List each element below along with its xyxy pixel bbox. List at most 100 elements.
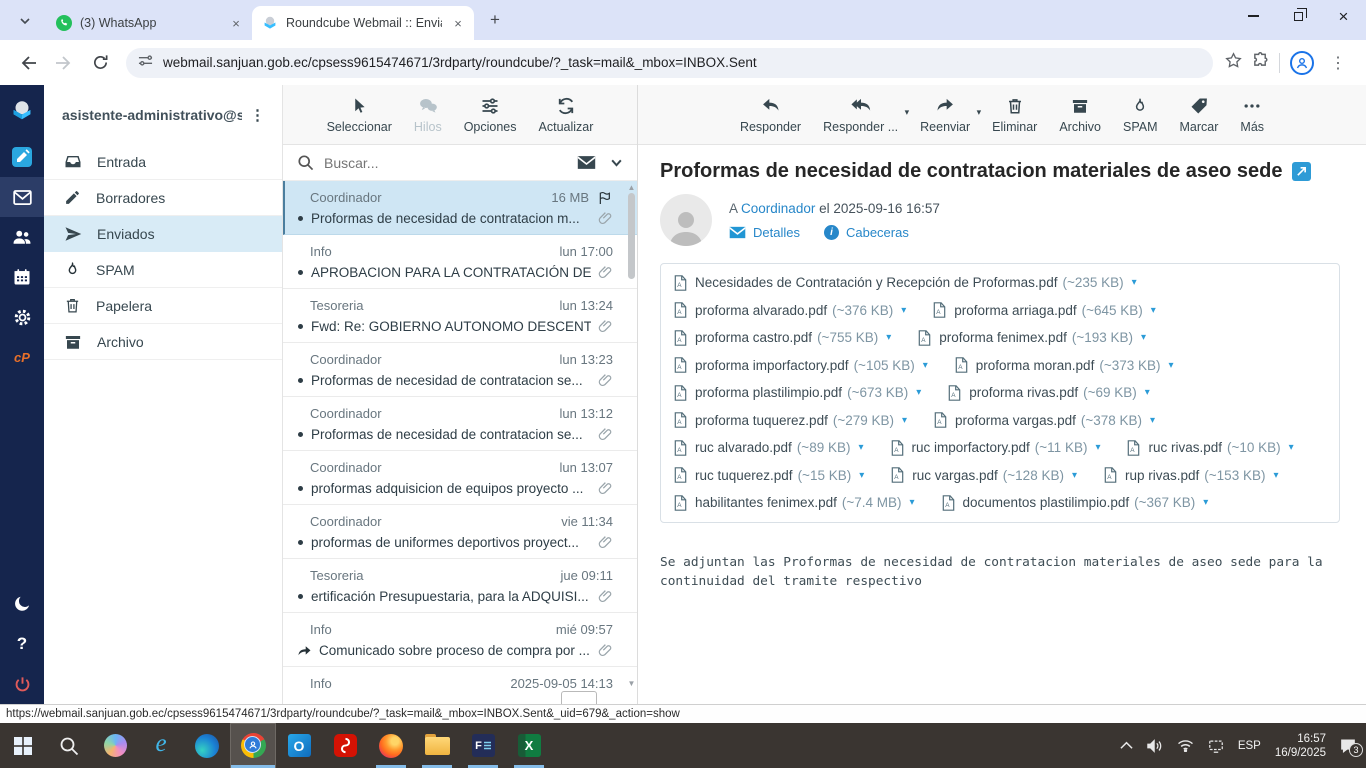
attachment-menu-caret-icon[interactable]: ▾ xyxy=(1150,415,1155,426)
new-tab-button[interactable]: + xyxy=(482,7,508,33)
attachment-item[interactable]: Aproforma fenimex.pdf (~193 KB) ▾ xyxy=(918,329,1146,346)
cpanel-logo[interactable]: cP xyxy=(0,337,44,377)
attachment-item[interactable]: Adocumentos plastilimpio.pdf (~367 KB) ▾ xyxy=(942,494,1208,511)
attachment-item[interactable]: Aruc vargas.pdf (~128 KB) ▾ xyxy=(891,467,1077,484)
mail-nav-icon[interactable] xyxy=(0,177,44,217)
attachment-name[interactable]: proforma plastilimpio.pdf xyxy=(695,385,842,400)
scroll-down-icon[interactable]: ▼ xyxy=(627,679,636,688)
attachment-item[interactable]: Aproforma castro.pdf (~755 KB) ▾ xyxy=(674,329,891,346)
attachment-menu-caret-icon[interactable]: ▾ xyxy=(902,415,907,426)
scrollbar-thumb[interactable] xyxy=(628,193,635,279)
search-bar[interactable]: Buscar... xyxy=(283,145,637,181)
folder-papelera[interactable]: Papelera xyxy=(44,288,282,324)
folder-enviados[interactable]: Enviados xyxy=(44,216,282,252)
select-button[interactable]: Seleccionar xyxy=(327,96,392,134)
attachment-menu-caret-icon[interactable]: ▾ xyxy=(1151,305,1156,316)
attachment-name[interactable]: proforma alvarado.pdf xyxy=(695,303,827,318)
calendar-nav-icon[interactable] xyxy=(0,257,44,297)
folder-entrada[interactable]: Entrada xyxy=(44,144,282,180)
attachment-menu-caret-icon[interactable]: ▾ xyxy=(859,470,864,481)
volume-icon[interactable] xyxy=(1147,738,1163,753)
attachment-name[interactable]: ruc tuquerez.pdf xyxy=(695,468,793,483)
message-row[interactable]: Tesoreria lun 13:24 Fwd: Re: GOBIERNO AUTO… xyxy=(283,289,637,343)
options-button[interactable]: Opciones xyxy=(464,96,517,134)
attachment-item[interactable]: Aproforma plastilimpio.pdf (~673 KB) ▾ xyxy=(674,384,921,401)
compose-button[interactable] xyxy=(0,137,44,177)
attachment-item[interactable]: Aproforma arriaga.pdf (~645 KB) ▾ xyxy=(933,302,1156,319)
attachment-item[interactable]: Arup rivas.pdf (~153 KB) ▾ xyxy=(1104,467,1279,484)
attachment-name[interactable]: ruc alvarado.pdf xyxy=(695,440,792,455)
mark-button[interactable]: Marcar xyxy=(1180,96,1218,134)
reply-all-button[interactable]: Responder ... ▾ xyxy=(823,96,909,134)
attachment-menu-caret-icon[interactable]: ▾ xyxy=(1072,470,1077,481)
recipient-link[interactable]: Coordinador xyxy=(741,201,815,216)
taskbar-copilot-icon[interactable] xyxy=(92,723,138,768)
flag-icon[interactable] xyxy=(597,190,613,206)
attachment-menu-caret-icon[interactable]: ▾ xyxy=(1132,277,1137,288)
message-row[interactable]: Info mié 09:57 Comunicado sobre proceso de… xyxy=(283,613,637,667)
language-indicator[interactable]: ESP xyxy=(1238,740,1261,752)
folder-menu-icon[interactable]: ⋮ xyxy=(242,106,274,124)
browser-menu-icon[interactable]: ⋮ xyxy=(1324,53,1352,73)
taskbar-chrome-icon[interactable] xyxy=(230,723,276,768)
attachment-name[interactable]: proforma vargas.pdf xyxy=(955,413,1076,428)
tab-roundcube[interactable]: Roundcube Webmail :: Enviados × xyxy=(252,6,474,40)
dark-mode-moon-icon[interactable] xyxy=(0,584,44,624)
message-row[interactable]: Info 2025-09-05 14:13 xyxy=(283,667,637,693)
taskbar-ie-icon[interactable]: e xyxy=(138,723,184,768)
message-row[interactable]: Coordinador lun 13:12 Proformas de necesid… xyxy=(283,397,637,451)
bookmark-star-icon[interactable] xyxy=(1225,51,1242,74)
attachment-name[interactable]: proforma moran.pdf xyxy=(976,358,1095,373)
taskbar-acrobat-icon[interactable] xyxy=(322,723,368,768)
attachment-item[interactable]: Aproforma vargas.pdf (~378 KB) ▾ xyxy=(934,412,1155,429)
folder-spam[interactable]: SPAM xyxy=(44,252,282,288)
attachment-menu-caret-icon[interactable]: ▾ xyxy=(1289,442,1294,453)
taskbar-excel-icon[interactable]: X xyxy=(506,723,552,768)
threads-button[interactable]: Hilos xyxy=(414,96,442,134)
wifi-icon[interactable] xyxy=(1177,739,1194,752)
attachment-name[interactable]: Necesidades de Contratación y Recepción … xyxy=(695,275,1057,290)
attachment-item[interactable]: A Necesidades de Contratación y Recepción… xyxy=(674,274,1137,291)
list-scrollbar[interactable]: ▲ ▼ xyxy=(627,183,636,702)
help-icon[interactable]: ? xyxy=(0,624,44,664)
attachment-menu-caret-icon[interactable]: ▾ xyxy=(1203,497,1208,508)
forward-icon[interactable] xyxy=(49,48,79,78)
tab-whatsapp[interactable]: (3) WhatsApp × xyxy=(46,6,252,40)
search-options-chevron-icon[interactable] xyxy=(610,156,623,169)
message-row[interactable]: Info lun 17:00 APROBACION PARA LA CONTRATA… xyxy=(283,235,637,289)
message-row[interactable]: Coordinador lun 13:23 Proformas de necesid… xyxy=(283,343,637,397)
tab-close-icon[interactable]: × xyxy=(228,15,244,31)
page-input[interactable] xyxy=(561,691,597,704)
message-row[interactable]: Coordinador 16 MB Proformas de necesidad d… xyxy=(283,181,637,235)
attachment-name[interactable]: proforma fenimex.pdf xyxy=(939,330,1067,345)
attachment-item[interactable]: Aproforma tuquerez.pdf (~279 KB) ▾ xyxy=(674,412,907,429)
archive-button[interactable]: Archivo xyxy=(1059,96,1101,134)
url-input[interactable]: webmail.sanjuan.gob.ec/cpsess9615474671/… xyxy=(126,47,1213,78)
attachment-menu-caret-icon[interactable]: ▾ xyxy=(923,360,928,371)
taskbar-firefox-icon[interactable] xyxy=(368,723,414,768)
scroll-up-icon[interactable]: ▲ xyxy=(627,183,636,192)
back-icon[interactable] xyxy=(13,48,43,78)
reply-all-caret-icon[interactable]: ▾ xyxy=(905,107,910,118)
attachment-item[interactable]: Aproforma rivas.pdf (~69 KB) ▾ xyxy=(948,384,1150,401)
delete-button[interactable]: Eliminar xyxy=(992,96,1037,134)
refresh-icon[interactable] xyxy=(85,48,115,78)
attachment-item[interactable]: Aruc tuquerez.pdf (~15 KB) ▾ xyxy=(674,467,864,484)
attachment-name[interactable]: proforma rivas.pdf xyxy=(969,385,1078,400)
restore-button[interactable] xyxy=(1276,0,1321,32)
minimize-button[interactable] xyxy=(1231,0,1276,32)
attachment-name[interactable]: ruc rivas.pdf xyxy=(1148,440,1222,455)
attachment-item[interactable]: Aproforma imporfactory.pdf (~105 KB) ▾ xyxy=(674,357,928,374)
attachment-menu-caret-icon[interactable]: ▾ xyxy=(1095,442,1100,453)
headers-toggle[interactable]: i Cabeceras xyxy=(823,225,909,240)
forward-button[interactable]: Reenviar ▾ xyxy=(920,96,981,134)
taskbar-file-explorer-icon[interactable] xyxy=(414,723,460,768)
message-row[interactable]: Tesoreria jue 09:11 ertificación Presupues… xyxy=(283,559,637,613)
profile-avatar[interactable] xyxy=(1290,50,1314,75)
notifications-icon[interactable]: 3 xyxy=(1340,738,1363,757)
open-in-new-window-icon[interactable] xyxy=(1292,162,1312,181)
forward-caret-icon[interactable]: ▾ xyxy=(977,107,982,118)
message-row[interactable]: Coordinador lun 13:07 proformas adquisicio… xyxy=(283,451,637,505)
spam-button[interactable]: SPAM xyxy=(1123,96,1158,134)
start-button[interactable] xyxy=(0,723,46,768)
